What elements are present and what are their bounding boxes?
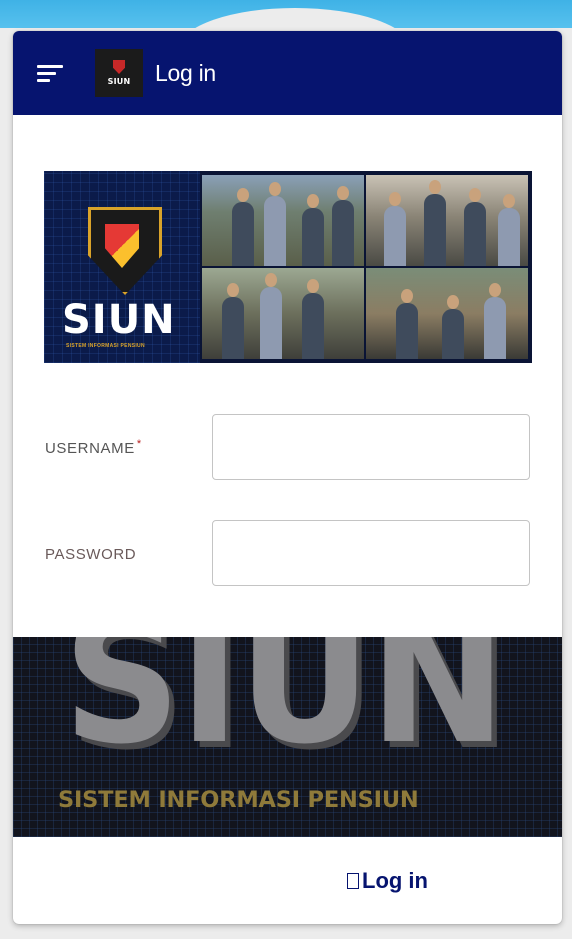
banner-logo-panel: SIUN SISTEM INFORMASI PENSIUN <box>44 171 200 363</box>
police-emblem-icon <box>88 207 162 295</box>
banner-photo-collage <box>202 175 528 359</box>
app-logo: SIUN <box>95 49 143 97</box>
login-button[interactable]: Log in <box>347 853 477 909</box>
photo-ceremony-4 <box>366 268 528 359</box>
dialog-header: SIUN Log in <box>13 31 562 115</box>
banner-logo-text: SIUN <box>62 297 176 343</box>
top-background-strip <box>0 0 572 48</box>
username-label-text: USERNAME <box>45 440 135 457</box>
siun-banner-image: SIUN SISTEM INFORMASI PENSIUN <box>44 171 532 363</box>
username-row: USERNAME * <box>13 414 562 482</box>
footer-tagline: SISTEM INFORMASI PENSIUN <box>58 787 419 813</box>
username-label: USERNAME * <box>45 438 142 457</box>
login-button-label: Log in <box>362 868 428 893</box>
login-dialog: SIUN Log in SIUN SISTEM INFORMASI PENSIU… <box>13 31 562 924</box>
page-title: Log in <box>155 59 216 86</box>
shield-icon <box>113 60 125 74</box>
siun-footer-banner: SIUN SISTEM INFORMASI PENSIUN <box>13 637 562 837</box>
password-row: PASSWORD <box>13 520 562 588</box>
photo-ceremony-3 <box>202 268 364 359</box>
banner-logo-subtitle: SISTEM INFORMASI PENSIUN <box>66 343 145 349</box>
menu-button[interactable] <box>31 53 71 93</box>
menu-icon <box>37 65 63 82</box>
photo-ceremony-1 <box>202 175 364 266</box>
required-marker: * <box>136 438 142 450</box>
username-input[interactable] <box>212 414 530 480</box>
footer-logo-text: SIUN <box>63 637 506 783</box>
password-label: PASSWORD <box>45 546 137 563</box>
login-icon <box>347 873 359 889</box>
photo-ceremony-2 <box>366 175 528 266</box>
password-input[interactable] <box>212 520 530 586</box>
app-logo-text: SIUN <box>107 77 131 86</box>
